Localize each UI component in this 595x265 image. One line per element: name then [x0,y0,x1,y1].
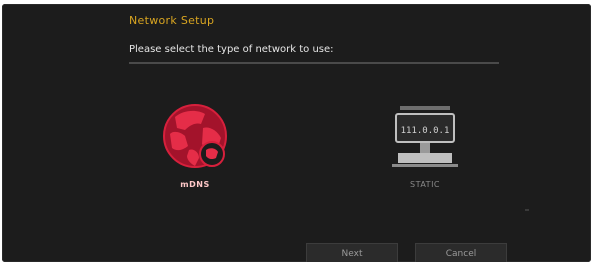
option-mdns[interactable]: mDNS [150,100,240,200]
header-divider [129,62,499,64]
globe-icon [163,104,227,168]
dialog-instruction: Please select the type of network to use… [129,44,334,55]
option-mdns-label: mDNS [180,180,210,189]
network-computer-icon: 111.0.0.1 [392,106,458,167]
dialog-title: Network Setup [129,14,215,27]
next-button[interactable]: Next [306,243,398,262]
static-screen-text: 111.0.0.1 [401,126,450,136]
network-setup-dialog: Network Setup Please select the type of … [2,4,591,262]
cancel-button[interactable]: Cancel [415,243,507,262]
decorative-mark [525,209,529,211]
option-static-label: STATIC [409,180,441,189]
option-static[interactable]: 111.0.0.1 STATIC [380,104,470,204]
